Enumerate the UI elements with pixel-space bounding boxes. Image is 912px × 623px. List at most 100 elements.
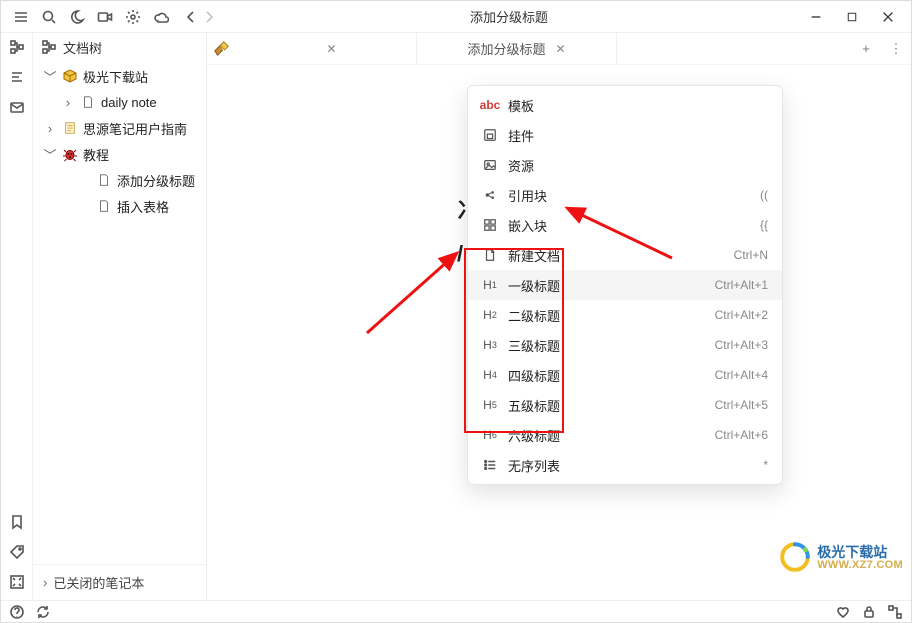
forward-icon[interactable] [201, 9, 217, 25]
cloud-icon[interactable] [153, 9, 169, 25]
status-help-icon[interactable] [9, 604, 25, 620]
rail-tree-icon[interactable] [9, 39, 25, 55]
menu-item-shortcut: Ctrl+Alt+1 [715, 278, 768, 292]
tree-node-daily[interactable]: › daily note [33, 89, 206, 115]
menu-ul[interactable]: 无序列表 * [468, 450, 782, 480]
menu-item-label: 新建文档 [508, 246, 724, 265]
doc-icon [79, 95, 97, 109]
tree-node-label: 添加分级标题 [117, 171, 195, 190]
menu-icon[interactable] [13, 9, 29, 25]
chevron-right-icon[interactable]: › [61, 95, 75, 110]
menu-item-shortcut: * [763, 458, 768, 472]
tree-node-label: 思源笔记用户指南 [83, 119, 187, 138]
closed-notebooks[interactable]: › 已关闭的笔记本 [33, 564, 206, 600]
new-tab-button[interactable]: + [851, 33, 881, 64]
window-minimize[interactable] [801, 3, 831, 31]
status-sync-icon[interactable] [35, 604, 51, 620]
menu-new-doc-icon [482, 248, 498, 262]
menu-h1[interactable]: H1一级标题Ctrl+Alt+1 [468, 270, 782, 300]
closed-notebooks-label: 已关闭的笔记本 [53, 573, 144, 592]
slash-menu: abc 模板挂件资源引用块((嵌入块{{ 新建文档 Ctrl+N H1一级标题Ctrl+… [467, 85, 783, 485]
menu-item-shortcut: Ctrl+N [734, 248, 768, 262]
chevron-down-icon[interactable]: ﹀ [43, 145, 57, 164]
menu-item-label: 五级标题 [508, 396, 705, 415]
tab-more-icon[interactable]: ⋮ [881, 33, 911, 64]
back-icon[interactable] [183, 9, 199, 25]
status-lock-icon[interactable] [861, 604, 877, 620]
menu-h2-icon: H2 [482, 308, 498, 322]
box-icon [61, 68, 79, 84]
chevron-right-icon: › [43, 575, 47, 590]
rail-bookmark-icon[interactable] [9, 514, 25, 530]
tree-node-heading-doc[interactable]: 添加分级标题 [33, 167, 206, 193]
status-tree-icon[interactable] [887, 604, 903, 620]
moon-icon[interactable] [69, 9, 85, 25]
menu-item-label: 无序列表 [508, 456, 753, 475]
menu-item-label: 四级标题 [508, 366, 705, 385]
tab-context[interactable]: ✕ [237, 33, 417, 64]
menu-h1-icon: H1 [482, 278, 498, 292]
rail-expand-icon[interactable] [9, 574, 25, 590]
status-heart-icon[interactable] [835, 604, 851, 620]
menu-item-shortcut: Ctrl+Alt+4 [715, 368, 768, 382]
menu-h4-icon: H4 [482, 368, 498, 382]
menu-item-label: 资源 [508, 156, 758, 175]
doc-icon [95, 199, 113, 213]
watermark-url: WWW.XZ7.COM [817, 560, 903, 572]
menu-item-shortcut: Ctrl+Alt+6 [715, 428, 768, 442]
watermark-title: 极光下载站 [817, 545, 903, 560]
menu-h4[interactable]: H4 四级标题 Ctrl+Alt+4 [468, 360, 782, 390]
search-icon[interactable] [41, 9, 57, 25]
editor-slash-char: / [457, 241, 463, 267]
menu-h6-icon: H6 [482, 428, 498, 442]
bug-icon [61, 146, 79, 162]
menu-h5-icon: H5 [482, 398, 498, 412]
menu-h6[interactable]: H6六级标题Ctrl+Alt+6 [468, 420, 782, 450]
menu-item-label: 挂件 [508, 126, 758, 145]
menu-widget[interactable]: 挂件 [468, 120, 782, 150]
menu-embed[interactable]: 嵌入块{{ [468, 210, 782, 240]
menu-asset[interactable]: 资源 [468, 150, 782, 180]
menu-widget-icon [482, 128, 498, 142]
menu-h3[interactable]: H3 三级标题 Ctrl+Alt+3 [468, 330, 782, 360]
video-icon[interactable] [97, 9, 113, 25]
tab-close[interactable]: ✕ [326, 42, 336, 56]
rail-mail-icon[interactable] [9, 99, 25, 115]
menu-block-ref[interactable]: 引用块(( [468, 180, 782, 210]
menu-item-label: 模板 [508, 96, 758, 115]
menu-item-shortcut: Ctrl+Alt+5 [715, 398, 768, 412]
menu-embed-icon [482, 218, 498, 232]
menu-template-icon: abc [482, 98, 498, 112]
menu-h2[interactable]: H2二级标题Ctrl+Alt+2 [468, 300, 782, 330]
tab-doc[interactable]: 添加分级标题 ✕ [417, 33, 617, 64]
broom-icon[interactable] [207, 33, 237, 64]
menu-item-shortcut: Ctrl+Alt+3 [715, 338, 768, 352]
window-close[interactable] [873, 3, 903, 31]
watermark: 极光下载站 WWW.XZ7.COM [779, 541, 903, 576]
window-maximize[interactable] [837, 3, 867, 31]
doc-icon [95, 173, 113, 187]
menu-template[interactable]: abc 模板 [468, 90, 782, 120]
settings-icon[interactable] [125, 9, 141, 25]
menu-h5[interactable]: H5 五级标题 Ctrl+Alt+5 [468, 390, 782, 420]
menu-item-label: 引用块 [508, 186, 750, 205]
page-icon [61, 121, 79, 135]
chevron-right-icon[interactable]: › [43, 121, 57, 136]
menu-item-label: 三级标题 [508, 336, 705, 355]
menu-block-ref-icon [482, 188, 498, 202]
menu-item-shortcut: Ctrl+Alt+2 [715, 308, 768, 322]
menu-new-doc[interactable]: 新建文档 Ctrl+N [468, 240, 782, 270]
tree-node-tutorial[interactable]: ﹀ 教程 [33, 141, 206, 167]
rail-tag-icon[interactable] [9, 544, 25, 560]
rail-align-icon[interactable] [9, 69, 25, 85]
tree-node-label: 极光下载站 [83, 67, 148, 86]
tree-node-root1[interactable]: ﹀ 极光下载站 [33, 63, 206, 89]
menu-h3-icon: H3 [482, 338, 498, 352]
tree-node-guide[interactable]: › 思源笔记用户指南 [33, 115, 206, 141]
doc-tree-icon [41, 39, 57, 55]
tab-close[interactable]: ✕ [555, 42, 565, 56]
tree-node-table-doc[interactable]: 插入表格 [33, 193, 206, 219]
chevron-down-icon[interactable]: ﹀ [43, 67, 57, 86]
tab-label: 添加分级标题 [467, 39, 545, 58]
doc-tree: ﹀ 极光下载站 › daily note › 思源笔记用户指南 ﹀ [33, 61, 206, 564]
